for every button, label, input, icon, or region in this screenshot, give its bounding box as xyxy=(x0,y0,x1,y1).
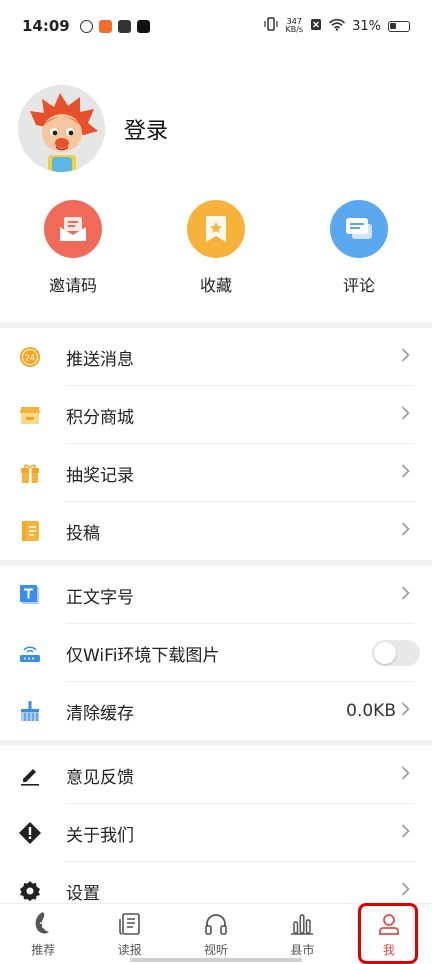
menu-group-reading: 正文字号 仅WiFi环境下载图片 清除缓存 0.0KB xyxy=(0,566,432,740)
quick-actions: 邀请码 收藏 评论 xyxy=(0,200,432,296)
router-icon xyxy=(18,641,42,665)
menu-item-lottery-records[interactable]: 抽奖记录 xyxy=(0,444,432,502)
wifi-icon xyxy=(329,18,345,35)
chevron-right-icon xyxy=(401,522,410,541)
nav-label: 县市 xyxy=(290,942,315,957)
chevron-right-icon xyxy=(401,702,410,721)
nav-tab-me[interactable]: 我 xyxy=(346,904,432,964)
nav-tab-audio-video[interactable]: 视听 xyxy=(173,904,259,964)
menu-item-submission[interactable]: 投稿 xyxy=(0,502,432,560)
chevron-right-icon xyxy=(401,766,410,785)
nav-label: 推荐 xyxy=(31,942,56,957)
favorites-button[interactable]: 收藏 xyxy=(171,200,261,296)
invite-code-button[interactable]: 邀请码 xyxy=(28,200,118,296)
chat-bubble-icon xyxy=(330,200,388,258)
menu-item-push-messages[interactable]: 24 推送消息 xyxy=(0,328,432,386)
menu-label: 推送消息 xyxy=(66,349,134,370)
login-link[interactable]: 登录 xyxy=(124,113,168,145)
headphones-icon xyxy=(203,911,229,937)
menu-item-points-mall[interactable]: 积分商城 xyxy=(0,386,432,444)
city-icon xyxy=(289,911,315,937)
nav-tab-newspaper[interactable]: 读报 xyxy=(86,904,172,964)
info-diamond-icon xyxy=(18,821,42,845)
vibrate-icon xyxy=(264,17,279,35)
avatar[interactable] xyxy=(18,85,105,172)
nav-label: 视听 xyxy=(204,942,229,957)
menu-label: 设置 xyxy=(66,883,100,904)
menu-item-wifi-only-images: 仅WiFi环境下载图片 xyxy=(0,624,432,682)
menu-group-account: 24 推送消息 积分商城 抽奖记录 投稿 xyxy=(0,328,432,560)
gear-icon xyxy=(18,879,42,903)
chevron-right-icon xyxy=(401,882,410,901)
menu-group-about: 意见反馈 关于我们 设置 xyxy=(0,746,432,920)
menu-label: 抽奖记录 xyxy=(66,465,134,486)
battery-percent: 31% xyxy=(352,18,381,34)
gift-icon xyxy=(18,461,42,485)
pencil-icon xyxy=(18,763,42,787)
nav-label: 读报 xyxy=(117,942,142,957)
recommend-icon xyxy=(30,911,56,937)
comments-button[interactable]: 评论 xyxy=(314,200,404,296)
profile-header[interactable]: 登录 xyxy=(18,85,168,172)
lion-mascot-icon xyxy=(18,85,105,172)
invite-code-label: 邀请码 xyxy=(48,276,97,295)
nav-label: 我 xyxy=(382,942,395,957)
bookmark-star-icon xyxy=(187,200,245,258)
menu-label: 正文字号 xyxy=(66,587,134,608)
bottom-nav: 推荐 读报 视听 县市 我 xyxy=(0,903,432,964)
chevron-right-icon xyxy=(401,824,410,843)
home-indicator[interactable] xyxy=(130,958,302,962)
status-left: 14:09 xyxy=(22,17,150,35)
battery-icon xyxy=(388,20,410,32)
comments-label: 评论 xyxy=(342,276,375,295)
push-24-icon: 24 xyxy=(18,345,42,369)
menu-label: 仅WiFi环境下载图片 xyxy=(66,645,220,666)
chevron-right-icon xyxy=(401,348,410,367)
menu-item-about-us[interactable]: 关于我们 xyxy=(0,804,432,862)
chevron-right-icon xyxy=(401,464,410,483)
nav-tab-recommend[interactable]: 推荐 xyxy=(0,904,86,964)
cache-size-value: 0.0KB xyxy=(346,701,396,721)
notebook-icon xyxy=(18,519,42,543)
person-icon xyxy=(376,911,402,937)
mail-notification-icon xyxy=(117,19,131,33)
chevron-right-icon xyxy=(401,406,410,425)
menu-label: 投稿 xyxy=(66,523,100,544)
menu-label: 积分商城 xyxy=(66,407,134,428)
app-notification-icon xyxy=(98,19,112,33)
font-size-icon xyxy=(18,583,42,607)
menu-item-font-size[interactable]: 正文字号 xyxy=(0,566,432,624)
menu-label: 清除缓存 xyxy=(66,703,134,724)
envelope-icon xyxy=(44,200,102,258)
sim-icon xyxy=(310,18,322,35)
net-speed: 347 KB/s xyxy=(285,18,303,34)
newspaper-icon xyxy=(117,911,143,937)
menu-label: 关于我们 xyxy=(66,825,134,846)
status-bar: 14:09 347 KB/s 31% xyxy=(0,0,432,52)
store-icon xyxy=(18,403,42,427)
wifi-only-toggle[interactable] xyxy=(372,640,420,666)
broom-icon xyxy=(18,699,42,723)
app-notification-icon xyxy=(79,19,93,33)
tiktok-notification-icon xyxy=(136,19,150,33)
favorites-label: 收藏 xyxy=(199,276,232,295)
menu-item-clear-cache[interactable]: 清除缓存 0.0KB xyxy=(0,682,432,740)
status-right: 347 KB/s 31% xyxy=(264,17,410,35)
chevron-right-icon xyxy=(401,586,410,605)
status-time: 14:09 xyxy=(22,17,70,35)
nav-tab-county-city[interactable]: 县市 xyxy=(259,904,345,964)
net-speed-unit: KB/s xyxy=(285,25,304,34)
svg-text:24: 24 xyxy=(25,354,35,363)
menu-label: 意见反馈 xyxy=(66,767,134,788)
menu-item-feedback[interactable]: 意见反馈 xyxy=(0,746,432,804)
